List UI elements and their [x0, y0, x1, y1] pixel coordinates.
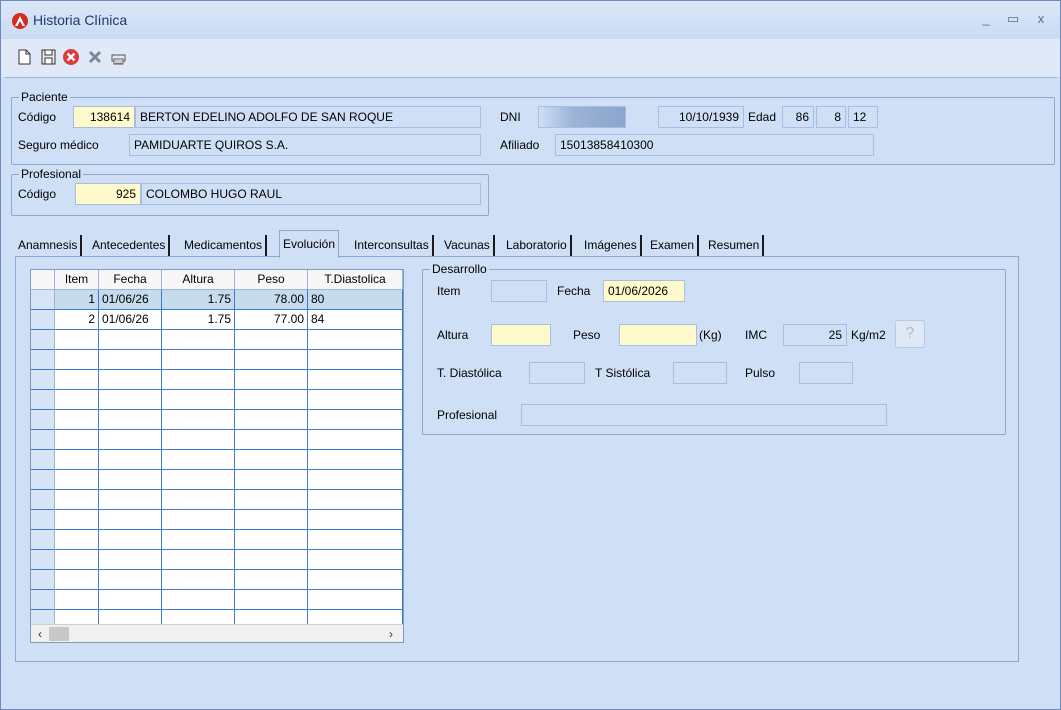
grid-header-peso[interactable]: Peso — [235, 270, 308, 290]
paciente-nombre-field[interactable]: BERTON EDELINO ADOLFO DE SAN ROQUE — [135, 106, 481, 128]
close-window-button[interactable]: x — [1031, 10, 1051, 28]
row-indicator[interactable] — [31, 310, 55, 330]
dni-field[interactable] — [538, 106, 626, 128]
table-cell[interactable]: 1.75 — [162, 290, 235, 310]
table-cell[interactable]: 84 — [308, 310, 403, 330]
desarrollo-item-label: Item — [437, 284, 461, 298]
table-cell[interactable]: 01/06/26 — [99, 310, 162, 330]
dni-label: DNI — [500, 110, 521, 124]
tdiastolica-label: T. Diastólica — [437, 366, 502, 380]
tab-interconsultas[interactable]: Interconsultas — [351, 235, 434, 257]
peso-field[interactable] — [619, 324, 697, 346]
grid-header-fecha[interactable]: Fecha — [99, 270, 162, 290]
client-area: Paciente Código 138614 BERTON EDELINO AD… — [5, 77, 1057, 707]
tab-anamnesis[interactable]: Anamnesis — [15, 235, 83, 257]
table-cell[interactable]: 77.00 — [235, 310, 308, 330]
delete-icon[interactable] — [85, 47, 105, 67]
afiliado-field[interactable]: 15013858410300 — [555, 134, 874, 156]
print-icon[interactable] — [108, 47, 128, 67]
desarrollo-item-field[interactable] — [491, 280, 547, 302]
table-cell[interactable]: 80 — [308, 290, 403, 310]
paciente-codigo-field[interactable]: 138614 — [73, 106, 135, 128]
desarrollo-fecha-field[interactable]: 01/06/2026 — [603, 280, 685, 302]
profesional-nombre-field[interactable]: COLOMBO HUGO RAUL — [141, 183, 481, 205]
grid-empty-rows — [31, 330, 403, 626]
tab-laboratorio[interactable]: Laboratorio — [503, 235, 572, 257]
paciente-group-title: Paciente — [19, 90, 70, 104]
scroll-left-icon[interactable]: ‹ — [32, 626, 48, 642]
tab-imagenes[interactable]: Imágenes — [581, 235, 642, 257]
pulso-label: Pulso — [745, 366, 776, 380]
paciente-group: Paciente Código 138614 BERTON EDELINO AD… — [11, 90, 1055, 165]
desarrollo-profesional-field[interactable] — [521, 404, 887, 426]
seguro-medico-field[interactable]: PAMIDUARTE QUIROS S.A. — [129, 134, 481, 156]
toolbar — [1, 39, 1060, 77]
tab-evolucion[interactable]: Evolución — [279, 230, 340, 258]
pulso-field[interactable] — [799, 362, 853, 384]
peso-label: Peso — [573, 328, 601, 342]
grid-corner — [31, 270, 55, 290]
seguro-medico-label: Seguro médico — [18, 138, 99, 152]
main-window: Historia Clínica _ ▭ x Paciente Código 1… — [0, 0, 1061, 710]
tab-medicamentos[interactable]: Medicamentos — [181, 235, 268, 257]
tab-resumen[interactable]: Resumen — [705, 235, 765, 257]
imc-field: 25 — [783, 324, 847, 346]
kg-unit-label: (Kg) — [699, 328, 722, 342]
imc-label: IMC — [745, 328, 767, 342]
tab-antecedentes[interactable]: Antecedentes — [89, 235, 171, 257]
new-document-icon[interactable] — [14, 47, 34, 67]
imc-unit-label: Kg/m2 — [851, 328, 886, 342]
profesional-group-title: Profesional — [19, 167, 84, 181]
desarrollo-fecha-label: Fecha — [557, 284, 591, 298]
scrollbar-thumb[interactable] — [49, 627, 69, 641]
paciente-codigo-label: Código — [18, 110, 57, 124]
altura-field[interactable] — [491, 324, 551, 346]
table-cell[interactable]: 1.75 — [162, 310, 235, 330]
tsistolica-label: T Sistólica — [595, 366, 651, 380]
row-indicator[interactable] — [31, 290, 55, 310]
fecha-nacimiento-field[interactable]: 10/10/1939 — [658, 106, 744, 128]
table-cell[interactable]: 2 — [55, 310, 99, 330]
table-cell[interactable]: 78.00 — [235, 290, 308, 310]
desarrollo-group: Desarrollo Item Fecha 01/06/2026 Altura … — [422, 262, 1006, 435]
app-logo-icon — [12, 13, 28, 29]
tdiastolica-field[interactable] — [529, 362, 585, 384]
scroll-right-icon[interactable]: › — [383, 626, 399, 642]
title-bar: Historia Clínica _ ▭ x — [1, 1, 1060, 39]
tab-examen[interactable]: Examen — [647, 235, 700, 257]
grid-header-tdiastolica[interactable]: T.Diastolica — [308, 270, 403, 290]
tab-vacunas[interactable]: Vacunas — [441, 235, 495, 257]
maximize-button[interactable]: ▭ — [1003, 10, 1023, 28]
minimize-button[interactable]: _ — [976, 10, 996, 28]
grid-header-item[interactable]: Item — [55, 270, 99, 290]
save-icon[interactable] — [38, 47, 58, 67]
desarrollo-group-title: Desarrollo — [430, 262, 489, 276]
tsistolica-field[interactable] — [673, 362, 727, 384]
edad-label: Edad — [748, 110, 777, 124]
profesional-group: Profesional Código 925 COLOMBO HUGO RAUL — [11, 167, 489, 216]
grid-horizontal-scrollbar[interactable]: ‹ › — [31, 624, 403, 642]
table-cell[interactable]: 01/06/26 — [99, 290, 162, 310]
evolucion-tab-page: Item Fecha Altura Peso T.Diastolica 1 01… — [15, 256, 1019, 662]
window-title: Historia Clínica — [33, 12, 128, 28]
profesional-codigo-label: Código — [18, 187, 57, 201]
cancel-icon[interactable] — [61, 47, 81, 67]
table-cell[interactable]: 1 — [55, 290, 99, 310]
altura-label: Altura — [437, 328, 469, 342]
afiliado-label: Afiliado — [500, 138, 540, 152]
profesional-codigo-field[interactable]: 925 — [75, 183, 141, 205]
evolucion-grid[interactable]: Item Fecha Altura Peso T.Diastolica 1 01… — [30, 269, 404, 643]
edad-dias-field[interactable]: 12 — [848, 106, 878, 128]
desarrollo-profesional-label: Profesional — [437, 408, 498, 422]
edad-anios-field[interactable]: 86 — [782, 106, 814, 128]
help-icon[interactable]: ? — [895, 320, 925, 348]
edad-meses-field[interactable]: 8 — [816, 106, 846, 128]
grid-header-altura[interactable]: Altura — [162, 270, 235, 290]
